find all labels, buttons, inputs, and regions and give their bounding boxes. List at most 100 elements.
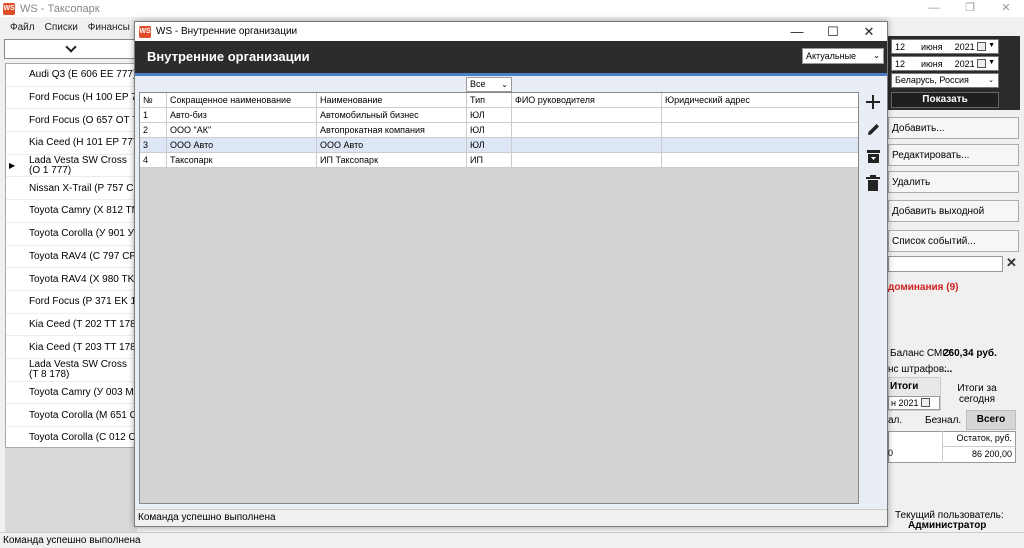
totals-date-picker[interactable]: н 2021 [888,396,940,410]
list-item[interactable]: Ford Focus (O 657 OT 777) [6,109,136,133]
column-header[interactable]: Сокращенное наименование [167,93,317,108]
clear-search-icon[interactable]: ✕ [1006,255,1017,271]
balance-value: 86 200,00 [942,447,1016,463]
country-select[interactable]: Беларусь, Россия ⌄ [891,73,999,88]
type-filter-value: Все [470,79,486,89]
app-logo-icon: WS [139,25,151,38]
app-logo-icon: WS [3,2,15,15]
trash-icon[interactable] [863,173,883,193]
calendar-icon[interactable] [977,42,986,51]
table-cell: 3 [140,138,167,153]
delete-button[interactable]: Удалить [888,171,1019,193]
balance-row-prefix: 0 [888,448,894,458]
main-window-title: WS - Таксопарк [20,2,100,15]
list-item-label: Nissan X-Trail (P 757 CP 7 [29,182,137,194]
list-item[interactable]: Ford Focus (P 371 EK 178 [6,291,136,314]
dropdown-arrow-icon[interactable]: ▼ [988,42,995,49]
status-filter-select[interactable]: Актуальные ⌄ [802,48,884,64]
column-header[interactable]: Юридический адрес [662,93,858,108]
date-year: 2021 [954,58,975,69]
table-row-selected[interactable]: 3 ООО Авто ООО Авто ЮЛ [140,138,858,153]
events-list-button[interactable]: Список событий... [888,230,1019,252]
table-cell: ИП Таксопарк [317,153,467,168]
search-input[interactable] [888,256,1003,272]
list-item[interactable]: Kia Ceed (T 202 TT 178) [6,314,136,337]
calendar-icon[interactable] [977,59,986,68]
list-item[interactable]: Kia Ceed (T 203 TT 178) [6,336,136,359]
table-row[interactable]: 1 Авто-биз Автомобильный бизнес ЮЛ [140,108,858,123]
fines-balance-label: нс штрафов: [888,364,947,375]
chevron-down-icon: ⌄ [501,80,508,89]
column-header[interactable]: Наименование [317,93,467,108]
maximize-icon[interactable]: ☐ [815,22,851,41]
archive-icon[interactable] [863,146,883,166]
car-list[interactable]: Audi Q3 (E 606 EE 777) Ford Focus (H 100… [5,63,137,448]
list-item[interactable]: Lada Vesta SW Cross (T 8 178) [6,359,136,382]
restore-icon[interactable]: ❐ [952,0,988,17]
table-cell: ООО "АК" [167,123,317,138]
tab-total[interactable]: Всего [966,410,1016,430]
reminders-label[interactable]: доминания (9) [888,282,959,293]
table-row[interactable]: 4 Таксопарк ИП Таксопарк ИП [140,153,858,168]
table-cell [662,138,858,153]
close-icon[interactable]: ✕ [851,22,887,41]
type-filter-select[interactable]: Все ⌄ [466,77,512,92]
table-cell: ЮЛ [467,123,512,138]
column-header[interactable]: ФИО руководителя [512,93,662,108]
organizations-table[interactable]: № Сокращенное наименование Наименование … [139,92,859,504]
list-item[interactable]: Toyota Corolla (У 901 УС [6,223,136,246]
list-item[interactable]: Ford Focus (H 100 EP 777) [6,87,136,110]
list-item-label: Toyota Camry (X 812 TM [29,205,137,217]
country-value: Беларусь, Россия [895,75,969,85]
car-group-dropdown[interactable] [4,39,138,59]
show-button[interactable]: Показать [891,92,999,108]
menu-finance[interactable]: Финансы [88,22,130,33]
minimize-icon[interactable]: — [779,22,815,41]
calendar-icon[interactable] [921,398,930,407]
column-header[interactable]: № [140,93,167,108]
list-item[interactable]: Toyota RAV4 (X 980 TK 7 [6,268,136,291]
close-icon[interactable]: ✕ [988,0,1024,17]
table-row[interactable]: 2 ООО "АК" Автопрокатная компания ЮЛ [140,123,858,138]
list-item[interactable]: Toyota Camry (X 812 TM [6,200,136,223]
list-item-label: Kia Ceed (H 101 EP 777) [29,137,137,149]
list-item[interactable]: Toyota Corolla (M 651 OT [6,404,136,427]
pencil-icon[interactable] [863,119,883,139]
totals-today-label[interactable]: Итоги за сегодня [952,383,1002,405]
edit-button[interactable]: Редактировать... [888,144,1019,166]
date-day: 12 [895,41,906,52]
dropdown-arrow-icon[interactable]: ▼ [988,59,995,66]
date-to-picker[interactable]: 12 июня 2021 ▼ [891,56,999,71]
table-cell [512,123,662,138]
table-cell [662,123,858,138]
list-item[interactable]: Toyota RAV4 (C 797 CP 7 [6,246,136,269]
list-item[interactable]: ▶ Lada Vesta SW Cross (O 1 777) [6,155,136,178]
list-item[interactable]: Kia Ceed (H 101 EP 777) [6,132,136,155]
plus-icon[interactable] [863,92,883,112]
table-cell: 2 [140,123,167,138]
chevron-down-icon: ⌄ [873,51,880,60]
tab-cashless[interactable]: Безнал. [925,415,961,426]
list-item[interactable]: Toyota Camry (У 003 MM [6,382,136,405]
list-item[interactable]: Audi Q3 (E 606 EE 777) [6,64,136,87]
list-item-label: Toyota Corolla (C 012 OP [29,432,137,444]
column-header[interactable]: Тип [467,93,512,108]
add-button[interactable]: Добавить... [888,117,1019,139]
list-item-label: Kia Ceed (T 203 TT 178) [29,341,137,353]
menu-file[interactable]: Файл [10,22,35,33]
table-cell [512,138,662,153]
date-year: 2021 [954,41,975,52]
table-cell: ЮЛ [467,108,512,123]
list-item[interactable]: Nissan X-Trail (P 757 CP 7 [6,177,137,201]
menu-lists[interactable]: Списки [45,22,78,33]
list-item[interactable]: Toyota Corolla (C 012 OP [6,427,137,447]
date-day: 12 [895,58,906,69]
date-from-picker[interactable]: 12 июня 2021 ▼ [891,39,999,54]
minimize-icon[interactable]: — [916,0,952,17]
table-cell: 4 [140,153,167,168]
status-filter-value: Актуальные [806,51,857,61]
list-item-label: Audi Q3 (E 606 EE 777) [29,69,137,81]
tab-cash[interactable]: ал. [888,415,902,426]
add-day-off-button[interactable]: Добавить выходной [888,200,1019,222]
list-item-label: Lada Vesta SW Cross (O 1 777) [29,154,127,176]
